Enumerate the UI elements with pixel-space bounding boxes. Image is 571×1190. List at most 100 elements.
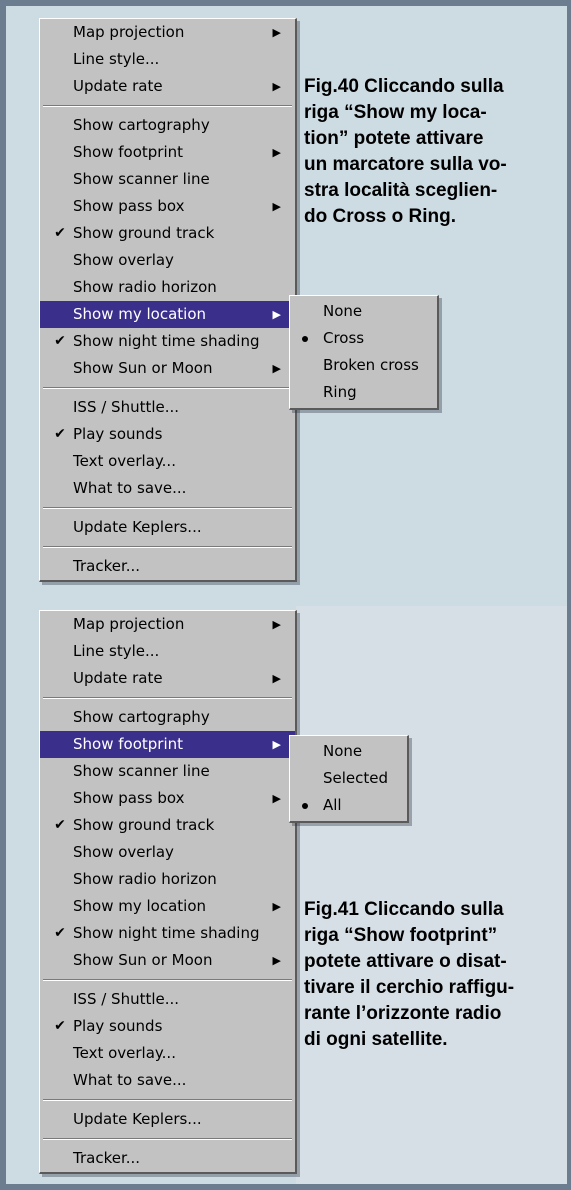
menu-item-label: Update rate (73, 77, 163, 95)
menu-item-line-style[interactable]: Line style... (40, 46, 295, 73)
menu-item-show-footprint[interactable]: Show footprint ▶ (40, 731, 295, 758)
caption-line: Fig.41 Cliccando sulla (304, 899, 504, 920)
menu-item-show-radio-horizon[interactable]: Show radio horizon (40, 274, 295, 301)
menu-item-show-cartography[interactable]: Show cartography (40, 704, 295, 731)
menu-item-show-footprint[interactable]: Show footprint ▶ (40, 139, 295, 166)
menu-item-show-overlay[interactable]: Show overlay (40, 247, 295, 274)
menu-item-label: Text overlay... (73, 1044, 176, 1062)
submenu-arrow-icon: ▶ (272, 792, 281, 805)
menu-item-iss-shuttle[interactable]: ISS / Shuttle... (40, 986, 295, 1013)
menu-item-label: ISS / Shuttle... (73, 990, 180, 1008)
caption-line: potete attivare o disat- (304, 951, 507, 972)
menu-item-show-scanner-line[interactable]: Show scanner line (40, 758, 295, 785)
menu-item-label: Show pass box (73, 789, 185, 807)
submenu-item-none[interactable]: None (290, 298, 437, 325)
menu-item-text-overlay[interactable]: Text overlay... (40, 448, 295, 475)
menu-item-text-overlay[interactable]: Text overlay... (40, 1040, 295, 1067)
context-menu-1: Map projection ▶ Line style... Update rate ▶… (39, 18, 297, 582)
menu-item-line-style[interactable]: Line style... (40, 638, 295, 665)
menu-item-tracker[interactable]: Tracker... (40, 1145, 295, 1172)
page-frame: Map projection ▶ Line style... Update rate ▶… (6, 6, 567, 1184)
menu-item-label: Play sounds (73, 425, 163, 443)
menu-item-label: What to save... (73, 1071, 187, 1089)
submenu-arrow-icon: ▶ (272, 80, 281, 93)
menu-item-label: Show night time shading (73, 332, 260, 350)
menu-item-map-projection[interactable]: Map projection ▶ (40, 19, 295, 46)
menu-item-label: Show Sun or Moon (73, 951, 213, 969)
submenu-item-label: None (323, 302, 363, 320)
submenu-item-label: All (323, 796, 342, 814)
menu-item-what-to-save[interactable]: What to save... (40, 475, 295, 502)
menu-item-play-sounds[interactable]: ✔ Play sounds (40, 1013, 295, 1040)
menu-item-update-keplers[interactable]: Update Keplers... (40, 1106, 295, 1133)
menu-item-show-overlay[interactable]: Show overlay (40, 839, 295, 866)
menu-separator (43, 387, 292, 389)
caption-line: riga “Show footprint” (304, 925, 498, 946)
menu-item-update-keplers[interactable]: Update Keplers... (40, 514, 295, 541)
menu-item-show-cartography[interactable]: Show cartography (40, 112, 295, 139)
menu-item-tracker[interactable]: Tracker... (40, 553, 295, 580)
caption-line: rante l’orizzonte radio (304, 1003, 502, 1024)
menu-item-label: Line style... (73, 50, 160, 68)
menu-item-show-sun-or-moon[interactable]: Show Sun or Moon ▶ (40, 947, 295, 974)
menu-item-label: Show radio horizon (73, 870, 217, 888)
submenu-item-all[interactable]: All (290, 792, 407, 819)
menu-item-label: Show overlay (73, 843, 174, 861)
menu-item-show-pass-box[interactable]: Show pass box ▶ (40, 785, 295, 812)
menu-item-label: Update rate (73, 669, 163, 687)
menu-item-label: Show my location (73, 897, 207, 915)
menu-separator (43, 507, 292, 509)
menu-item-show-my-location[interactable]: Show my location ▶ (40, 301, 295, 328)
menu-item-show-scanner-line[interactable]: Show scanner line (40, 166, 295, 193)
submenu-item-none[interactable]: None (290, 738, 407, 765)
submenu-item-label: Ring (323, 383, 357, 401)
menu-item-label: Show my location (73, 305, 207, 323)
caption-line: un marcatore sulla vo- (304, 154, 507, 175)
menu-item-label: Show Sun or Moon (73, 359, 213, 377)
submenu-item-broken-cross[interactable]: Broken cross (290, 352, 437, 379)
submenu-arrow-icon: ▶ (272, 618, 281, 631)
menu-item-label: Show ground track (73, 816, 215, 834)
menu-item-show-ground-track[interactable]: ✔ Show ground track (40, 812, 295, 839)
menu-item-show-sun-or-moon[interactable]: Show Sun or Moon ▶ (40, 355, 295, 382)
submenu-arrow-icon: ▶ (272, 146, 281, 159)
menu-item-show-radio-horizon[interactable]: Show radio horizon (40, 866, 295, 893)
caption-fig41: Fig.41 Cliccando sulla riga “Show footpri… (304, 897, 514, 1053)
menu-item-show-ground-track[interactable]: ✔ Show ground track (40, 220, 295, 247)
background-page (296, 606, 567, 1184)
menu-item-label: Show cartography (73, 708, 210, 726)
menu-item-iss-shuttle[interactable]: ISS / Shuttle... (40, 394, 295, 421)
submenu-item-selected[interactable]: Selected (290, 765, 407, 792)
menu-item-show-pass-box[interactable]: Show pass box ▶ (40, 193, 295, 220)
check-icon: ✔ (54, 925, 66, 941)
submenu-my-location: None Cross Broken cross Ring (289, 295, 439, 410)
menu-item-label: Show pass box (73, 197, 185, 215)
submenu-item-cross[interactable]: Cross (290, 325, 437, 352)
menu-item-label: Show footprint (73, 143, 184, 161)
menu-item-show-night-time-shading[interactable]: ✔ Show night time shading (40, 328, 295, 355)
submenu-footprint: None Selected All (289, 735, 409, 823)
menu-item-update-rate[interactable]: Update rate ▶ (40, 73, 295, 100)
submenu-arrow-icon: ▶ (272, 362, 281, 375)
submenu-arrow-icon: ▶ (272, 900, 281, 913)
menu-item-update-rate[interactable]: Update rate ▶ (40, 665, 295, 692)
submenu-item-ring[interactable]: Ring (290, 379, 437, 406)
check-icon: ✔ (54, 333, 66, 349)
menu-item-label: Tracker... (73, 557, 141, 575)
caption-line: tion” potete attivare (304, 128, 484, 149)
menu-item-map-projection[interactable]: Map projection ▶ (40, 611, 295, 638)
radio-bullet-icon (302, 336, 308, 342)
menu-item-what-to-save[interactable]: What to save... (40, 1067, 295, 1094)
menu-separator (43, 105, 292, 107)
caption-line: riga “Show my loca- (304, 102, 487, 123)
menu-item-show-my-location[interactable]: Show my location ▶ (40, 893, 295, 920)
menu-item-label: Update Keplers... (73, 1110, 202, 1128)
radio-bullet-icon (302, 803, 308, 809)
submenu-arrow-icon: ▶ (272, 26, 281, 39)
menu-item-play-sounds[interactable]: ✔ Play sounds (40, 421, 295, 448)
submenu-item-label: Broken cross (323, 356, 419, 374)
submenu-arrow-icon: ▶ (272, 672, 281, 685)
menu-item-label: Text overlay... (73, 452, 176, 470)
menu-item-show-night-time-shading[interactable]: ✔ Show night time shading (40, 920, 295, 947)
menu-item-label: Show overlay (73, 251, 174, 269)
